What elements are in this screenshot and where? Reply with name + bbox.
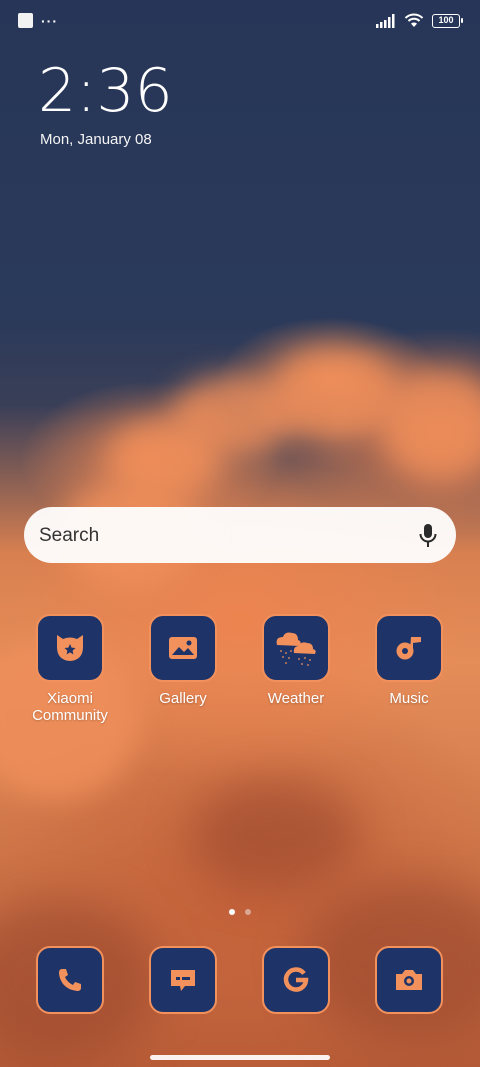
- app-xiaomi-community[interactable]: Xiaomi Community: [20, 614, 120, 724]
- signal-icon: [376, 13, 395, 28]
- app-music[interactable]: Music: [359, 614, 459, 707]
- clock-time[interactable]: 2:36: [38, 56, 173, 126]
- battery-icon: 100: [432, 13, 463, 28]
- search-bar[interactable]: Search: [24, 507, 456, 563]
- app-label: Xiaomi Community: [32, 690, 108, 724]
- home-indicator[interactable]: [150, 1055, 330, 1060]
- page-dot-active: [229, 909, 235, 915]
- weather-icon[interactable]: [262, 614, 330, 682]
- battery-level: 100: [438, 14, 454, 25]
- microphone-icon[interactable]: [418, 523, 438, 549]
- search-placeholder: Search: [39, 525, 100, 546]
- status-bar: ··· 100: [0, 0, 480, 40]
- clock-date[interactable]: Mon, January 08: [40, 131, 152, 148]
- music-icon[interactable]: [375, 614, 443, 682]
- google-icon[interactable]: [262, 946, 330, 1014]
- more-notifications-icon: ···: [41, 12, 58, 29]
- messages-icon[interactable]: [149, 946, 217, 1014]
- camera-icon[interactable]: [375, 946, 443, 1014]
- phone-icon[interactable]: [36, 946, 104, 1014]
- xiaomi-community-icon[interactable]: [36, 614, 104, 682]
- app-label: Weather: [267, 690, 325, 707]
- app-label: Gallery: [159, 690, 207, 707]
- gallery-icon[interactable]: [149, 614, 217, 682]
- app-label: Music: [389, 690, 429, 707]
- wifi-icon: [404, 13, 424, 27]
- page-dot: [245, 909, 251, 915]
- page-indicator: [229, 909, 251, 915]
- app-weather[interactable]: Weather: [246, 614, 346, 707]
- app-gallery[interactable]: Gallery: [133, 614, 233, 707]
- notification-icon: [18, 13, 33, 28]
